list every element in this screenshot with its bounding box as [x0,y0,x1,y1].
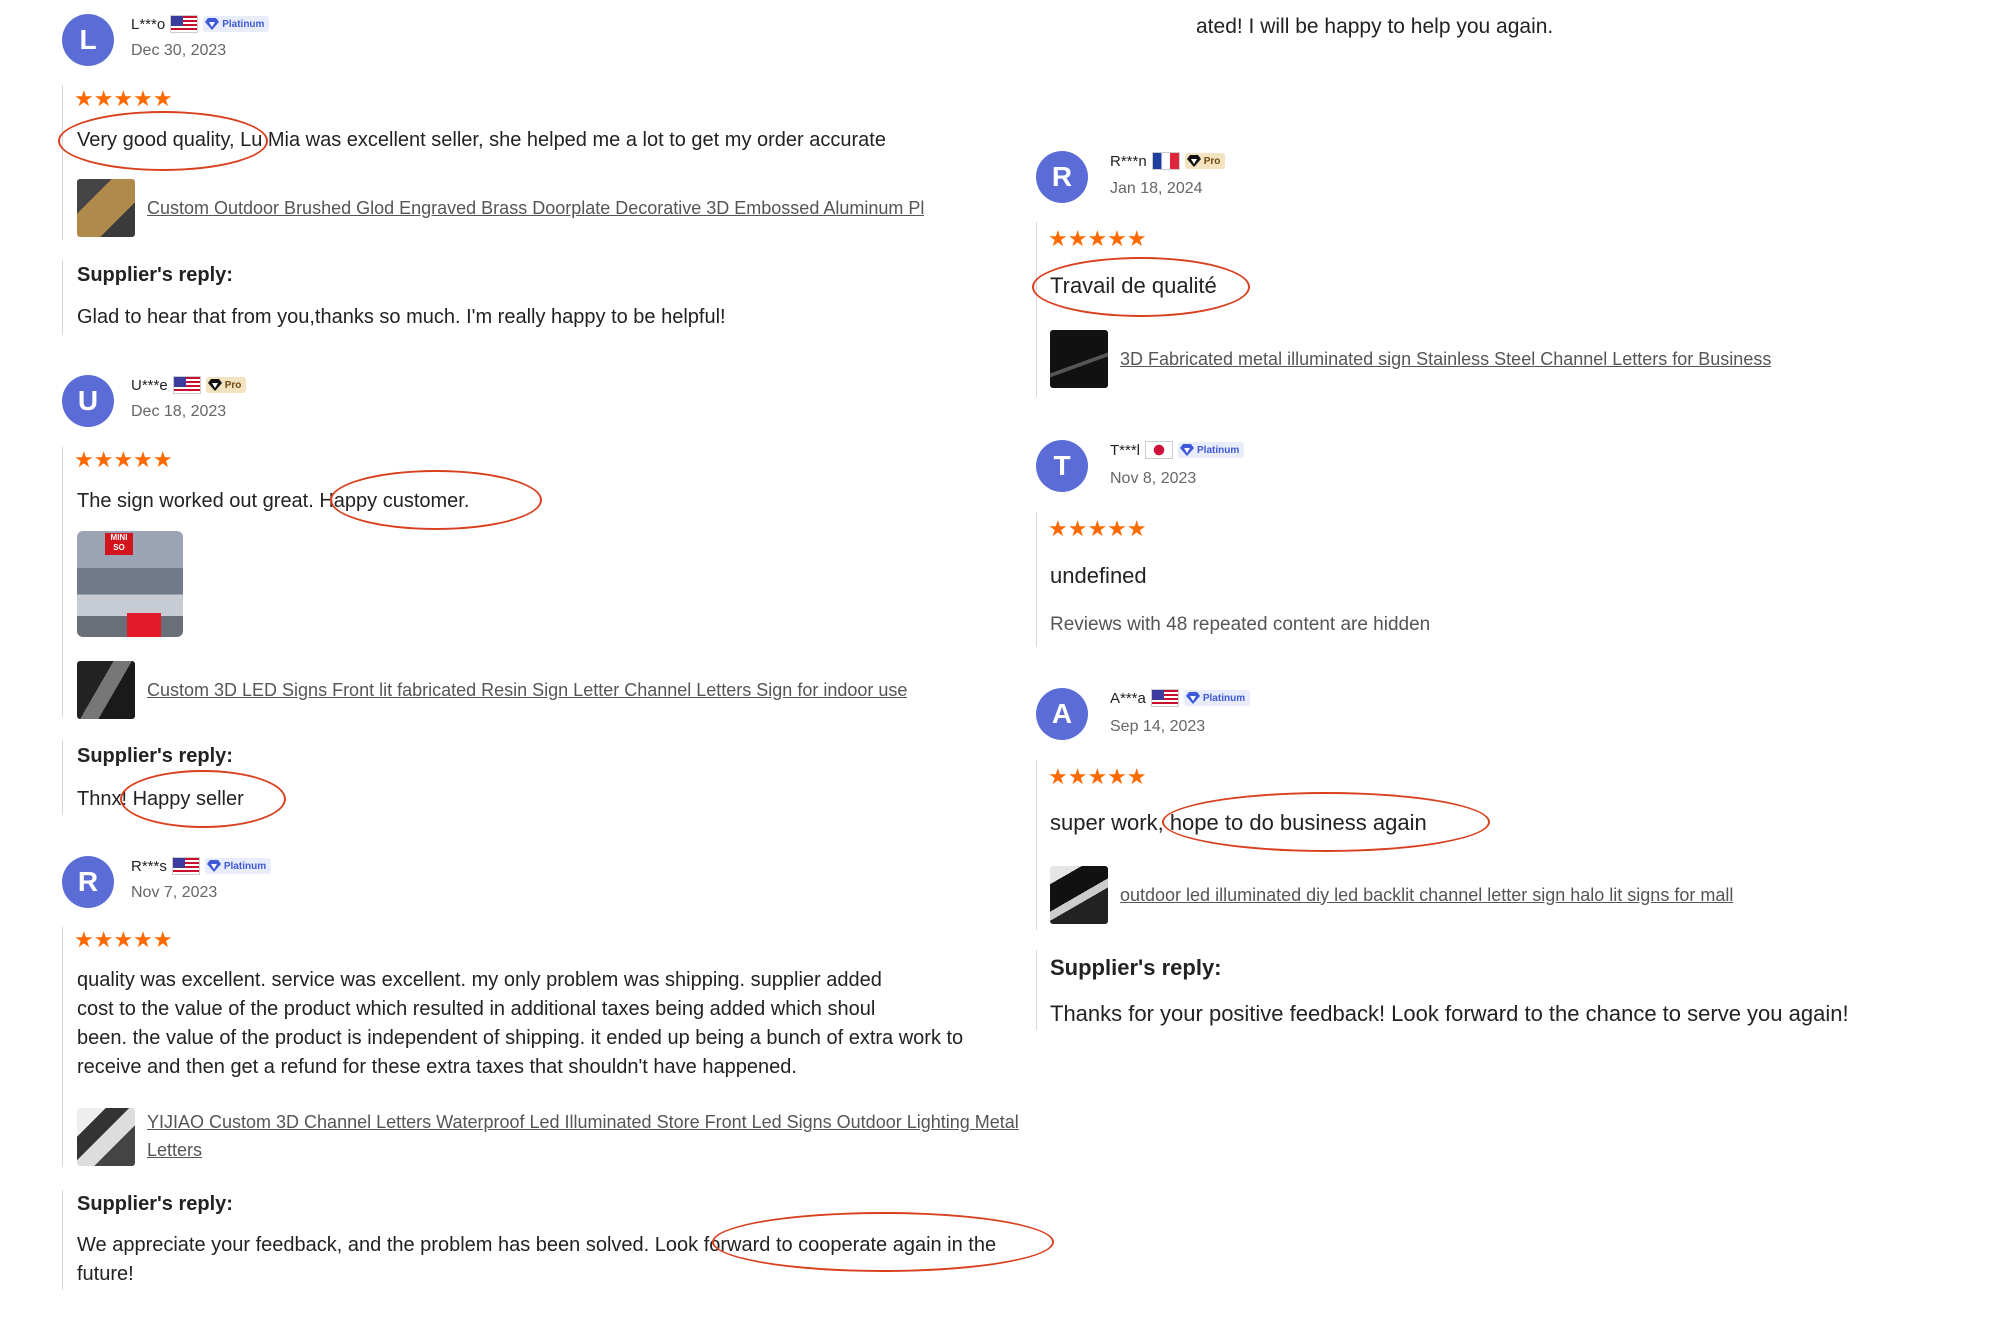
diamond-icon [1186,692,1200,704]
diamond-icon [208,379,222,391]
reviewer-info: L***o Platinum [131,15,270,33]
review-date: Nov 8, 2023 [1110,470,1197,487]
review-divider [62,85,63,240]
product-link-row[interactable]: Custom 3D LED Signs Front lit fabricated… [77,661,1097,719]
avatar: A [1036,688,1088,740]
hidden-reviews-note: Reviews with 48 repeated content are hid… [1050,614,1431,635]
supplier-reply-heading: Supplier's reply: [1050,955,1222,980]
review-date: Dec 18, 2023 [131,403,227,420]
star-rating: ★★★★★ [1048,226,1147,251]
us-flag-icon [1150,689,1179,707]
supplier-reply-text: Thanks for your positive feedback! Look … [1050,1001,1849,1026]
avatar: T [1036,440,1088,492]
diamond-icon [1187,155,1201,167]
reviewer-name: R***s [131,857,167,875]
reply-divider [1036,950,1037,1030]
product-link[interactable]: Custom Outdoor Brushed Glod Engraved Bra… [147,198,924,219]
highlight-oval [712,1212,1054,1272]
review-divider [1036,222,1037,397]
product-link[interactable]: 3D Fabricated metal illuminated sign Sta… [1120,349,1771,370]
supplier-reply-heading: Supplier's reply: [77,745,233,767]
product-link[interactable]: outdoor led illuminated diy led backlit … [1120,885,1733,906]
diamond-icon [1180,444,1194,456]
product-link-row[interactable]: outdoor led illuminated diy led backlit … [1050,866,1733,924]
platinum-badge: Platinum [204,858,272,874]
review-photo[interactable]: MINI SO [77,531,183,637]
pro-badge: Pro [1184,153,1226,169]
reply-divider [62,1190,63,1290]
avatar: L [62,14,114,66]
photo-sign: MINI SO [105,533,133,555]
reviewer-info: A***a Platinum [1110,689,1251,707]
avatar: R [1036,151,1088,203]
product-link-row[interactable]: YIJIAO Custom 3D Channel Letters Waterpr… [77,1108,1019,1166]
product-thumbnail [1050,866,1108,924]
highlight-oval [58,111,268,171]
us-flag-icon [170,15,199,33]
review-divider [62,927,63,1167]
product-thumbnail [77,661,135,719]
jp-flag-icon [1145,441,1174,459]
avatar: U [62,375,114,427]
review-divider [1036,760,1037,930]
reviewer-name: L***o [131,15,166,33]
review-date: Nov 7, 2023 [131,884,218,901]
highlight-oval [1162,792,1490,852]
reviewer-info: U***e Pro [131,376,247,394]
reply-divider [62,740,63,815]
product-link-continued[interactable]: Letters [147,1136,1019,1164]
review-divider [1036,512,1037,647]
reviewer-name: A***a [1110,689,1146,707]
reviewer-info: T***l Platinum [1110,441,1245,459]
product-link-row[interactable]: 3D Fabricated metal illuminated sign Sta… [1050,330,1771,388]
star-rating: ★★★★★ [1048,516,1147,541]
star-rating: ★★★★★ [74,447,173,472]
reply-divider [62,260,63,335]
avatar: R [62,856,114,908]
supplier-reply-heading: Supplier's reply: [77,264,233,286]
highlight-oval [1032,257,1250,317]
diamond-icon [205,18,219,30]
star-rating: ★★★★★ [74,927,173,952]
us-flag-icon [172,376,201,394]
photo-red-object [127,613,161,637]
review-date: Dec 30, 2023 [131,42,227,59]
product-thumbnail [77,1108,135,1166]
review-date: Jan 18, 2024 [1110,180,1203,197]
pro-badge: Pro [205,377,247,393]
fr-flag-icon [1151,152,1180,170]
reviewer-name: R***n [1110,152,1147,170]
platinum-badge: Platinum [1183,690,1251,706]
product-link[interactable]: Custom 3D LED Signs Front lit fabricated… [147,680,907,701]
product-thumbnail [1050,330,1108,388]
supplier-reply-text: Glad to hear that from you,thanks so muc… [77,306,726,328]
us-flag-icon [171,857,200,875]
reviewer-info: R***s Platinum [131,857,272,875]
supplier-reply-heading: Supplier's reply: [77,1193,233,1215]
star-rating: ★★★★★ [74,86,173,111]
product-link-row[interactable]: Custom Outdoor Brushed Glod Engraved Bra… [77,179,992,237]
diamond-icon [207,860,221,872]
reviewer-name: U***e [131,376,168,394]
reviewer-info: R***n Pro [1110,152,1226,170]
review-text-line: receive and then get a refund for these … [77,1056,797,1078]
review-text-line: cost to the value of the product which r… [77,998,876,1020]
review-text-line: quality was excellent. service was excel… [77,969,882,991]
platinum-badge: Platinum [1178,442,1245,458]
platinum-badge: Platinum [203,16,270,32]
star-rating: ★★★★★ [1048,764,1147,789]
highlight-oval [120,770,286,828]
reviewer-name: T***l [1110,441,1141,459]
review-date: Sep 14, 2023 [1110,718,1206,735]
highlight-oval [330,470,542,530]
product-thumbnail [77,179,135,237]
review-text: undefined [1050,563,1147,588]
review-divider [62,447,63,717]
product-link[interactable]: YIJIAO Custom 3D Channel Letters Waterpr… [147,1108,1019,1136]
previous-reply-fragment: ated! I will be happy to help you again. [1196,15,1554,38]
review-text-line: been. the value of the product is indepe… [77,1027,964,1049]
review-text: quality was excellent. service was excel… [77,966,987,1082]
